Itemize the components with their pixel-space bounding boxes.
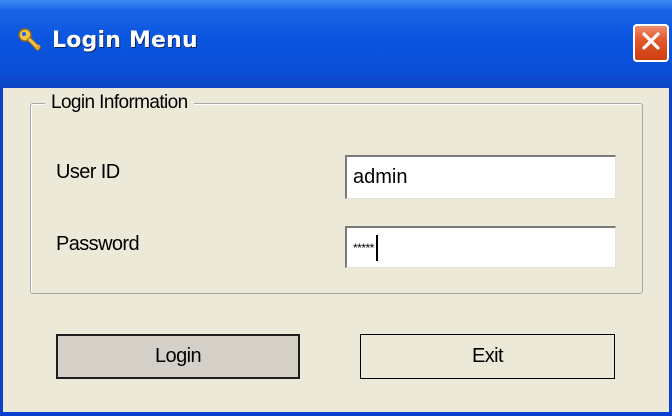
dialog-body: Login Information User ID admin Password… bbox=[3, 88, 669, 412]
user-id-value: admin bbox=[353, 166, 408, 188]
login-button[interactable]: Login bbox=[56, 334, 300, 379]
login-information-group: Login Information User ID admin Password… bbox=[30, 92, 643, 294]
password-label: Password bbox=[56, 233, 140, 255]
user-id-label: User ID bbox=[56, 161, 120, 183]
exit-button[interactable]: Exit bbox=[360, 334, 615, 379]
title-bar[interactable]: Login Menu bbox=[0, 0, 672, 88]
window-title: Login Menu bbox=[52, 28, 198, 53]
password-input[interactable]: ***** bbox=[345, 226, 616, 268]
group-legend: Login Information bbox=[45, 92, 194, 114]
password-value: ***** bbox=[353, 240, 374, 255]
user-id-input[interactable]: admin bbox=[345, 155, 616, 199]
close-icon bbox=[641, 31, 661, 56]
close-button[interactable] bbox=[633, 24, 669, 62]
key-icon bbox=[16, 26, 46, 56]
login-window: Login Menu Login Information User ID adm… bbox=[0, 0, 672, 416]
text-caret bbox=[375, 234, 378, 261]
